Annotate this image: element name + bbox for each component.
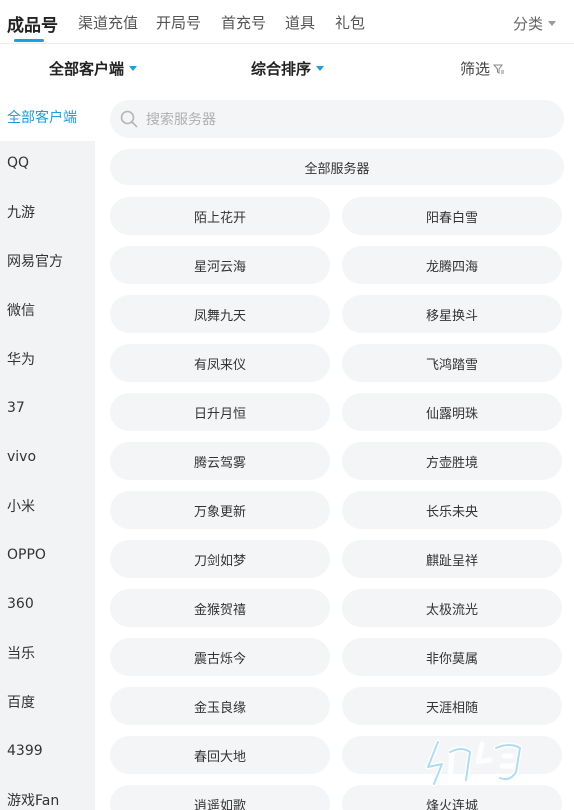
tab-first-recharge[interactable]: 首充号 [221, 12, 266, 33]
server-button[interactable]: 金玉良缘 [110, 687, 330, 725]
server-button[interactable]: 仙露明珠 [342, 393, 562, 431]
watermark-logo [425, 739, 523, 787]
sidebar-item-360[interactable]: 360 [0, 579, 95, 628]
sidebar-item-youxifan[interactable]: 游戏Fan [0, 775, 95, 810]
all-servers-button[interactable]: 全部服务器 [110, 149, 564, 185]
server-button[interactable]: 龙腾四海 [342, 246, 562, 284]
client-sidebar: 全部客户端 QQ 九游 网易官方 微信 华为 37 vivo 小米 OPPO 3… [0, 92, 95, 810]
server-button[interactable]: 春回大地 [110, 736, 330, 774]
server-button[interactable]: 腾云驾雾 [110, 442, 330, 480]
sidebar-item-jiuyou[interactable]: 九游 [0, 187, 95, 236]
server-button[interactable]: 陌上花开 [110, 197, 330, 235]
tab-items[interactable]: 道具 [285, 12, 315, 33]
tab-channel-recharge[interactable]: 渠道充值 [78, 12, 138, 33]
search-placeholder: 搜索服务器 [146, 112, 216, 128]
filter-icon [493, 64, 505, 74]
sidebar-item-vivo[interactable]: vivo [0, 432, 95, 481]
chevron-down-icon [129, 66, 138, 71]
server-button[interactable]: 有凤来仪 [110, 344, 330, 382]
server-search-input[interactable]: 搜索服务器 [110, 100, 564, 138]
category-dropdown[interactable]: 分类 [513, 13, 556, 34]
sort-dropdown[interactable]: 综合排序 [251, 58, 325, 79]
server-button[interactable]: 逍遥如歌 [110, 785, 330, 810]
chevron-down-icon [548, 21, 556, 26]
server-button[interactable]: 长乐未央 [342, 491, 562, 529]
server-button[interactable]: 太极流光 [342, 589, 562, 627]
sidebar-item-37[interactable]: 37 [0, 383, 95, 432]
server-button[interactable]: 非你莫属 [342, 638, 562, 676]
sidebar-item-all-clients[interactable]: 全部客户端 [0, 92, 95, 141]
server-button[interactable]: 麒趾呈祥 [342, 540, 562, 578]
server-button[interactable]: 方壶胜境 [342, 442, 562, 480]
sidebar-item-xiaomi[interactable]: 小米 [0, 481, 95, 530]
server-button[interactable]: 刀剑如梦 [110, 540, 330, 578]
sidebar-item-oppo[interactable]: OPPO [0, 530, 95, 579]
server-button[interactable]: 凤舞九天 [110, 295, 330, 333]
server-button[interactable]: 金猴贺禧 [110, 589, 330, 627]
client-filter-dropdown[interactable]: 全部客户端 [49, 58, 138, 79]
sidebar-item-dangle[interactable]: 当乐 [0, 628, 95, 677]
server-button[interactable]: 天涯相随 [342, 687, 562, 725]
category-label: 分类 [512, 15, 543, 33]
tab-gift-pack[interactable]: 礼包 [335, 12, 365, 33]
sidebar-item-4399[interactable]: 4399 [0, 726, 95, 775]
sidebar-item-huawei[interactable]: 华为 [0, 334, 95, 383]
chevron-down-icon [316, 66, 325, 71]
server-button[interactable]: 震古烁今 [110, 638, 330, 676]
tab-finished-account[interactable]: 成品号 [7, 11, 58, 36]
screen-label: 筛选 [460, 60, 491, 78]
client-filter-label: 全部客户端 [49, 60, 125, 78]
sidebar-item-baidu[interactable]: 百度 [0, 677, 95, 726]
server-button[interactable]: 万象更新 [110, 491, 330, 529]
search-icon [120, 110, 138, 128]
sort-label: 综合排序 [251, 60, 312, 78]
server-button[interactable]: 阳春白雪 [342, 197, 562, 235]
server-button[interactable]: 飞鸿踏雪 [342, 344, 562, 382]
sidebar-item-qq[interactable]: QQ [0, 138, 95, 187]
server-button[interactable]: 移星换斗 [342, 295, 562, 333]
filter-bar: 全部客户端 综合排序 筛选 [0, 44, 574, 92]
tab-starter-account[interactable]: 开局号 [156, 12, 201, 33]
server-button[interactable]: 星河云海 [110, 246, 330, 284]
screen-filter-button[interactable]: 筛选 [460, 58, 505, 79]
active-tab-indicator [14, 39, 44, 42]
top-tab-bar: 成品号 渠道充值 开局号 首充号 道具 礼包 分类 [0, 0, 574, 44]
sidebar-item-wechat[interactable]: 微信 [0, 285, 95, 334]
sidebar-item-netease[interactable]: 网易官方 [0, 236, 95, 285]
server-button[interactable]: 日升月恒 [110, 393, 330, 431]
